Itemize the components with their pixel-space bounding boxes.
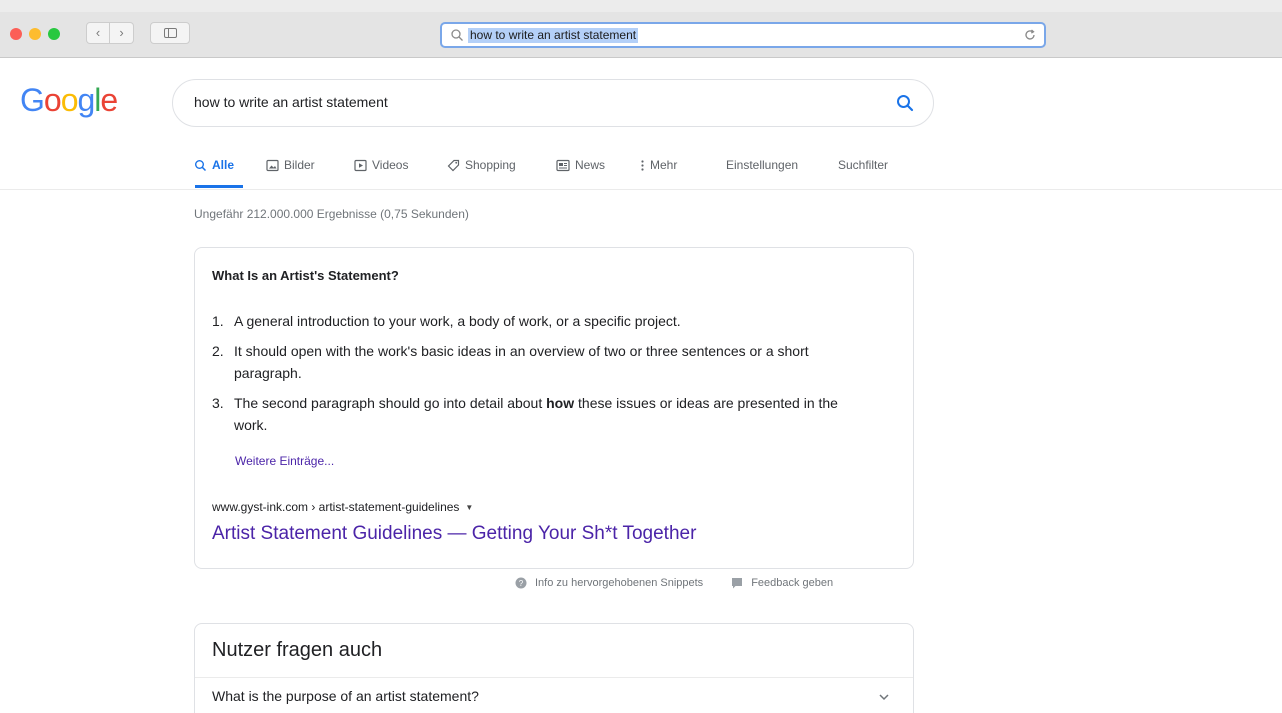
tab-label: Suchfilter bbox=[838, 158, 889, 172]
tab-all[interactable]: Alle bbox=[194, 158, 234, 172]
list-item-text: It should open with the work's basic ide… bbox=[234, 343, 809, 381]
tab-label: News bbox=[575, 158, 606, 172]
address-bar[interactable]: how to write an artist statement bbox=[440, 22, 1046, 48]
active-tab-indicator bbox=[195, 185, 243, 188]
history-nav: ‹ › bbox=[86, 22, 134, 44]
chevron-down-icon[interactable] bbox=[877, 690, 891, 704]
minimize-window-button[interactable] bbox=[29, 28, 41, 40]
header-divider bbox=[0, 189, 1282, 190]
paa-question[interactable]: What is the purpose of an artist stateme… bbox=[212, 688, 479, 704]
logo-letter: e bbox=[100, 82, 118, 118]
search-box[interactable]: how to write an artist statement bbox=[172, 79, 934, 127]
title-bar bbox=[0, 0, 1282, 12]
snippet-title: What Is an Artist's Statement? bbox=[212, 268, 399, 283]
more-vert-icon bbox=[641, 159, 644, 171]
video-icon bbox=[354, 159, 367, 171]
list-item: 2. It should open with the work's basic i… bbox=[212, 340, 862, 384]
search-input[interactable]: how to write an artist statement bbox=[194, 94, 388, 110]
divider bbox=[195, 677, 913, 678]
list-number: 3. bbox=[212, 395, 224, 411]
snippet-footer: ? Info zu hervorgehobenen Snippets Feedb… bbox=[515, 577, 833, 589]
list-number: 2. bbox=[212, 343, 224, 359]
caret-down-icon[interactable]: ▼ bbox=[465, 503, 473, 512]
tab-label: Bilder bbox=[284, 158, 315, 172]
logo-letter: o bbox=[43, 82, 62, 118]
feedback-icon bbox=[732, 578, 743, 589]
result-title-link[interactable]: Artist Statement Guidelines — Getting Yo… bbox=[212, 523, 696, 545]
tab-settings[interactable]: Einstellungen bbox=[726, 158, 798, 172]
tab-more[interactable]: Mehr bbox=[640, 158, 677, 172]
snippet-list: 1. A general introduction to your work, a… bbox=[212, 310, 862, 444]
svg-text:?: ? bbox=[519, 579, 524, 588]
list-number: 1. bbox=[212, 313, 224, 329]
tab-news[interactable]: News bbox=[556, 158, 605, 172]
tab-label: Mehr bbox=[650, 158, 678, 172]
search-icon[interactable] bbox=[895, 93, 915, 113]
logo-letter: g bbox=[77, 82, 95, 118]
list-item-bold: how bbox=[546, 395, 575, 411]
logo-letter: G bbox=[20, 82, 45, 118]
list-item: 3. The second paragraph should go into de… bbox=[212, 392, 862, 436]
footer-label: Info zu hervorgehobenen Snippets bbox=[535, 577, 704, 589]
tab-images[interactable]: Bilder bbox=[266, 158, 315, 172]
help-icon: ? bbox=[515, 577, 527, 589]
footer-label: Feedback geben bbox=[751, 577, 834, 589]
list-item-text: The second paragraph should go into deta… bbox=[234, 395, 547, 411]
paa-title: Nutzer fragen auch bbox=[212, 639, 383, 661]
list-item-text: A general introduction to your work, a b… bbox=[234, 313, 681, 329]
featured-snippet: What Is an Artist's Statement? 1. A gener… bbox=[194, 247, 914, 569]
cite-text: www.gyst-ink.com › artist-statement-guid… bbox=[212, 500, 460, 514]
chevron-right-icon: › bbox=[119, 25, 124, 40]
address-text[interactable]: how to write an artist statement bbox=[468, 28, 639, 43]
tag-icon bbox=[447, 159, 460, 171]
sidebar-icon bbox=[164, 28, 177, 38]
reload-icon[interactable] bbox=[1022, 27, 1038, 43]
forward-button[interactable]: › bbox=[110, 22, 134, 44]
tab-shopping[interactable]: Shopping bbox=[447, 158, 516, 172]
newspaper-icon bbox=[556, 159, 570, 171]
result-url: www.gyst-ink.com › artist-statement-guid… bbox=[212, 500, 473, 514]
list-item: 1. A general introduction to your work, a… bbox=[212, 310, 862, 332]
more-items-link[interactable]: Weitere Einträge... bbox=[235, 454, 334, 468]
sidebar-toggle-button[interactable] bbox=[150, 22, 190, 44]
maximize-window-button[interactable] bbox=[48, 28, 60, 40]
close-window-button[interactable] bbox=[10, 28, 22, 40]
search-icon bbox=[451, 29, 463, 41]
window-controls bbox=[10, 28, 60, 40]
back-button[interactable]: ‹ bbox=[86, 22, 110, 44]
logo-letter: o bbox=[60, 82, 79, 118]
tab-videos[interactable]: Videos bbox=[354, 158, 408, 172]
tab-tools[interactable]: Suchfilter bbox=[838, 158, 888, 172]
search-icon bbox=[195, 159, 207, 171]
google-logo[interactable]: Google bbox=[20, 82, 118, 119]
tab-label: Einstellungen bbox=[726, 158, 799, 172]
feedback-link[interactable]: Feedback geben bbox=[731, 577, 833, 589]
people-also-ask: Nutzer fragen auch What is the purpose o… bbox=[194, 623, 914, 713]
result-stats: Ungefähr 212.000.000 Ergebnisse (0,75 Se… bbox=[194, 207, 469, 221]
tab-label: Shopping bbox=[465, 158, 516, 172]
tab-label: Videos bbox=[372, 158, 409, 172]
image-icon bbox=[266, 159, 279, 171]
chevron-left-icon: ‹ bbox=[95, 25, 101, 40]
snippet-info-link[interactable]: ? Info zu hervorgehobenen Snippets bbox=[515, 577, 703, 589]
browser-toolbar: ‹ › how to write an artist statement bbox=[0, 0, 1282, 58]
tab-label: Alle bbox=[212, 158, 235, 172]
